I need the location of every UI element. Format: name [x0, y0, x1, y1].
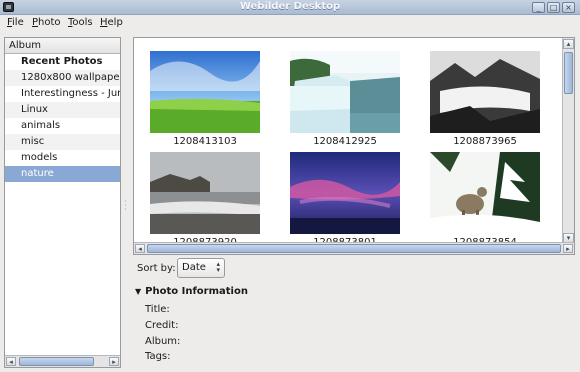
album-horizontal-scrollbar[interactable]: ◂ ▸	[5, 355, 120, 367]
menu-tools[interactable]: Tools	[68, 17, 93, 28]
pane-splitter-handle[interactable]: · · ·	[123, 198, 128, 216]
menu-photo[interactable]: Photo	[32, 17, 61, 28]
album-list: Recent Photos 1280x800 wallpaper Interes…	[5, 54, 120, 182]
spin-arrows-icon: ▴ ▾	[216, 260, 220, 274]
menu-file[interactable]: File	[7, 17, 24, 28]
photo-cell[interactable]: 1208873801	[290, 152, 400, 250]
album-item-nature[interactable]: nature	[5, 166, 120, 182]
menu-bar: File Photo Tools Help	[0, 15, 580, 32]
scroll-right-arrow-icon[interactable]: ▸	[563, 244, 573, 253]
photo-caption: 1208873965	[453, 136, 517, 147]
photo-caption: 1208412925	[313, 136, 377, 147]
tags-field-label: Tags:	[145, 351, 171, 362]
photo-cell-partial[interactable]: 1208413986	[290, 38, 400, 42]
expander-down-icon: ▼	[135, 287, 142, 296]
photo-caption: 1208413103	[173, 136, 237, 147]
photo-cell-partial[interactable]: 1208414031	[150, 38, 260, 42]
scroll-right-arrow-icon[interactable]: ▸	[109, 357, 119, 366]
scroll-left-arrow-icon[interactable]: ◂	[135, 244, 145, 253]
photo-thumbnail-beach[interactable]	[150, 152, 260, 234]
close-button[interactable]: ×	[562, 2, 575, 13]
photo-thumbnail-waterfall[interactable]	[290, 51, 400, 133]
title-bar: Webilder Desktop _ □ ×	[0, 0, 580, 15]
photo-cell[interactable]: 1208873854	[430, 152, 540, 250]
scroll-up-arrow-icon[interactable]: ▴	[563, 39, 574, 49]
album-item-recent-photos[interactable]: Recent Photos	[5, 54, 120, 70]
photo-thumbnail-snowy-deer[interactable]	[430, 152, 540, 234]
scrollbar-thumb[interactable]	[564, 52, 573, 94]
scroll-left-arrow-icon[interactable]: ◂	[6, 357, 16, 366]
sort-by-select[interactable]: Date ▴ ▾	[177, 258, 225, 278]
sort-by-value: Date	[182, 262, 206, 273]
menu-help[interactable]: Help	[100, 17, 123, 28]
maximize-button[interactable]: □	[547, 2, 560, 13]
album-field-label: Album:	[145, 336, 181, 347]
photo-cell[interactable]: 1208873920	[150, 152, 260, 250]
grid-horizontal-scrollbar[interactable]: ◂ ▸	[134, 242, 574, 254]
photo-thumbnail-green-field[interactable]	[150, 51, 260, 133]
photo-cell[interactable]: 1208412925	[290, 51, 400, 149]
album-item-interestingness-june[interactable]: Interestingness - June	[5, 86, 120, 102]
photo-information-heading: Photo Information	[145, 286, 248, 297]
photo-cell[interactable]: 1208413103	[150, 51, 260, 149]
title-field-label: Title:	[145, 304, 170, 315]
photo-cell[interactable]: 1208873965	[430, 51, 540, 149]
album-item-animals[interactable]: animals	[5, 118, 120, 134]
sort-by-label: Sort by:	[137, 263, 176, 274]
credit-field-label: Credit:	[145, 320, 179, 331]
photo-thumbnail-mountains-bw[interactable]	[430, 51, 540, 133]
minimize-button[interactable]: _	[532, 2, 545, 13]
window-title: Webilder Desktop	[239, 1, 341, 12]
scrollbar-thumb[interactable]	[19, 357, 94, 366]
scrollbar-thumb[interactable]	[147, 244, 561, 253]
album-item-models[interactable]: models	[5, 150, 120, 166]
album-item-misc[interactable]: misc	[5, 134, 120, 150]
photo-thumbnail-purple-sky[interactable]	[290, 152, 400, 234]
grid-vertical-scrollbar[interactable]: ▴ ▾	[562, 38, 574, 244]
album-item-1280x800-wallpaper[interactable]: 1280x800 wallpaper	[5, 70, 120, 86]
album-panel: Album Recent Photos 1280x800 wallpaper I…	[4, 37, 121, 368]
album-column-header[interactable]: Album	[5, 38, 120, 54]
photo-grid: 1208414031 1208413986 1208415237 1208413…	[133, 37, 575, 255]
photo-cell-partial[interactable]: 1208415237	[430, 38, 540, 42]
album-item-linux[interactable]: Linux	[5, 102, 120, 118]
photo-information-expander[interactable]: ▼ Photo Information	[135, 286, 248, 297]
